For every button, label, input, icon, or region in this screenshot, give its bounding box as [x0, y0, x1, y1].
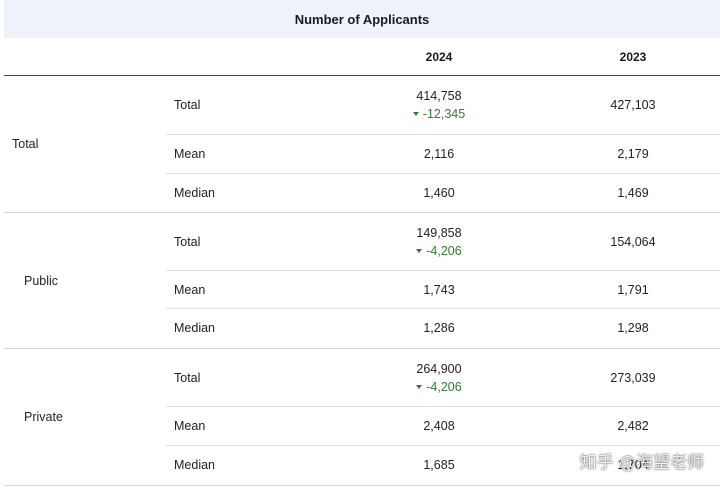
value-2023: 273,039	[610, 370, 656, 385]
value-2023: 1,791	[617, 282, 649, 297]
table-title: Number of Applicants	[4, 0, 720, 38]
row-group-public: Public Total 149,858 -4,206 154,064 Mean…	[4, 213, 720, 349]
table-row: Mean 2,408 2,482	[166, 407, 720, 446]
stat-label: Median	[174, 186, 215, 200]
table-row: Mean 1,743 1,791	[166, 271, 720, 309]
change-indicator: -4,206	[416, 243, 462, 258]
value-2024: 149,858 -4,206	[374, 213, 504, 270]
value-2024: 1,685	[423, 458, 455, 472]
table-row: Median 1,460 1,469	[166, 174, 720, 212]
stat-label: Mean	[174, 282, 206, 297]
stat-label: Total	[174, 370, 201, 385]
value-2024: 2,408	[423, 419, 455, 433]
group-label: Total	[12, 137, 39, 151]
column-header-2024: 2024	[425, 49, 453, 64]
stat-label: Mean	[174, 419, 206, 433]
change-indicator: -4,206	[416, 379, 462, 394]
column-header-2023: 2023	[619, 49, 647, 64]
stat-label: Total	[174, 234, 201, 249]
table-row: Total 264,900 -4,206 273,039	[166, 349, 720, 407]
value-text: 414,758	[416, 89, 462, 103]
row-group-total: Total Total 414,758 -12,345 427,103 Mean…	[4, 76, 720, 213]
table-row: Median 1,286 1,298	[166, 309, 720, 347]
table-row: Total 149,858 -4,206 154,064	[166, 213, 720, 271]
change-indicator: -12,345	[412, 107, 466, 121]
value-2024: 2,116	[423, 147, 455, 161]
value-2023: 154,064	[610, 234, 656, 249]
value-2023: 2,179	[617, 147, 649, 161]
watermark: 知乎 @海望老师	[579, 453, 704, 473]
stat-label: Median	[174, 321, 215, 335]
value-2024: 414,758 -12,345	[374, 76, 504, 134]
change-value: -4,206	[426, 379, 462, 394]
table-row: Total 414,758 -12,345 427,103	[166, 76, 720, 135]
stat-label: Median	[174, 458, 215, 472]
value-2024: 264,900 -4,206	[374, 349, 504, 406]
change-value: -12,345	[422, 107, 466, 121]
table-row: Mean 2,116 2,179	[166, 135, 720, 174]
table-header-row: 2024 2023	[4, 38, 720, 76]
change-value: -4,206	[426, 243, 462, 258]
value-2023: 1,469	[617, 186, 649, 200]
value-2023: 427,103	[610, 98, 656, 112]
value-2024: 1,460	[423, 186, 455, 200]
value-text: 149,858	[416, 225, 462, 240]
stat-label: Total	[174, 98, 201, 112]
value-2024: 1,286	[423, 321, 455, 335]
value-text: 264,900	[416, 361, 462, 376]
group-label: Private	[24, 410, 63, 424]
stat-label: Mean	[174, 147, 206, 161]
triangle-down-icon	[412, 112, 419, 116]
triangle-down-icon	[416, 384, 423, 389]
value-2024: 1,743	[423, 282, 455, 297]
value-2023: 1,298	[617, 321, 649, 335]
group-label: Public	[24, 273, 59, 288]
value-2023: 2,482	[617, 419, 649, 433]
triangle-down-icon	[416, 248, 423, 253]
